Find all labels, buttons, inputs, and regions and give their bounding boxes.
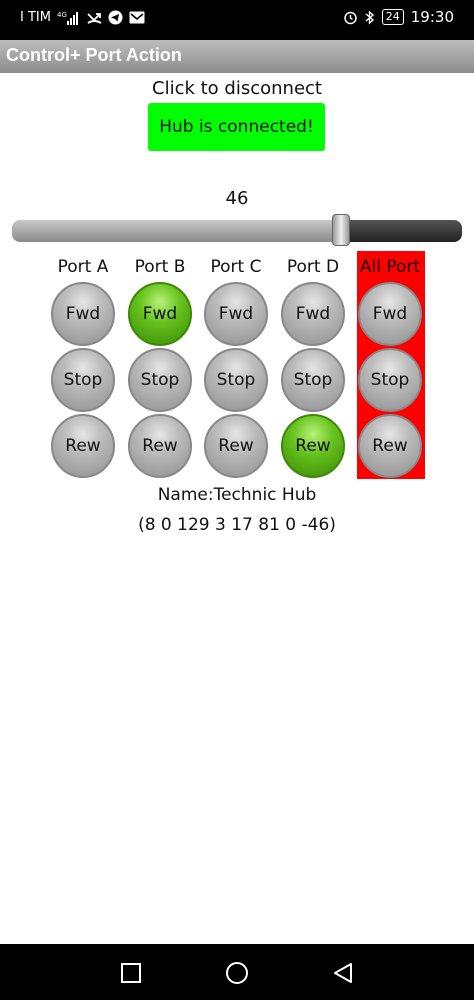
disconnect-hint: Click to disconnect <box>152 78 322 99</box>
all-port-label: All Port <box>359 257 421 277</box>
hub-data-label: (8 0 129 3 17 81 0 -46) <box>138 515 336 535</box>
status-left: I TIM 4G <box>20 10 145 25</box>
speed-slider[interactable] <box>12 214 462 246</box>
port-c-rew-button[interactable]: Rew <box>204 414 268 478</box>
all-port-stop-button[interactable]: Stop <box>358 348 422 412</box>
triangle-back-icon <box>334 963 352 983</box>
missed-call-icon <box>87 11 102 25</box>
status-right: 24 19:30 <box>343 8 454 26</box>
port-d-stop-button[interactable]: Stop <box>281 348 345 412</box>
port-a-label: Port A <box>57 257 109 277</box>
home-button[interactable] <box>222 958 252 988</box>
app-title: Control+ Port Action <box>6 45 182 65</box>
slider-track-empty <box>341 220 462 242</box>
slider-thumb[interactable] <box>332 214 350 246</box>
back-button[interactable] <box>328 958 358 988</box>
app-bar: Control+ Port Action <box>0 40 474 73</box>
port-c-fwd-button[interactable]: Fwd <box>204 282 268 346</box>
mail-icon <box>129 11 145 24</box>
port-a-fwd-button[interactable]: Fwd <box>51 282 115 346</box>
hub-connection-button[interactable]: Hub is connected! <box>148 103 325 151</box>
svg-text:4G: 4G <box>57 11 67 19</box>
recents-button[interactable] <box>116 958 146 988</box>
port-d-label: Port D <box>286 257 340 277</box>
port-b-fwd-button[interactable]: Fwd <box>128 282 192 346</box>
port-b-rew-button[interactable]: Rew <box>128 414 192 478</box>
status-bar: I TIM 4G 24 19:30 <box>0 0 474 40</box>
alarm-icon <box>343 10 358 25</box>
port-d-rew-button[interactable]: Rew <box>281 414 345 478</box>
carrier-label: I TIM <box>20 10 51 25</box>
battery-icon: 24 <box>381 9 404 25</box>
port-a-rew-button[interactable]: Rew <box>51 414 115 478</box>
signal-icon: 4G <box>57 11 81 25</box>
port-c-stop-button[interactable]: Stop <box>204 348 268 412</box>
port-b-stop-button[interactable]: Stop <box>128 348 192 412</box>
port-c-label: Port C <box>210 257 262 277</box>
navigation-bar <box>0 944 474 1000</box>
all-port-fwd-button[interactable]: Fwd <box>358 282 422 346</box>
circle-icon <box>226 962 248 984</box>
port-d-fwd-button[interactable]: Fwd <box>281 282 345 346</box>
port-b-label: Port B <box>134 257 186 277</box>
telegram-icon <box>108 10 123 25</box>
speed-value-label: 46 <box>225 188 249 209</box>
square-icon <box>121 963 141 983</box>
all-port-rew-button[interactable]: Rew <box>358 414 422 478</box>
bluetooth-icon <box>365 9 375 25</box>
hub-name-label: Name:Technic Hub <box>157 485 317 505</box>
clock-label: 19:30 <box>410 8 454 26</box>
slider-track-filled <box>12 220 341 242</box>
port-a-stop-button[interactable]: Stop <box>51 348 115 412</box>
